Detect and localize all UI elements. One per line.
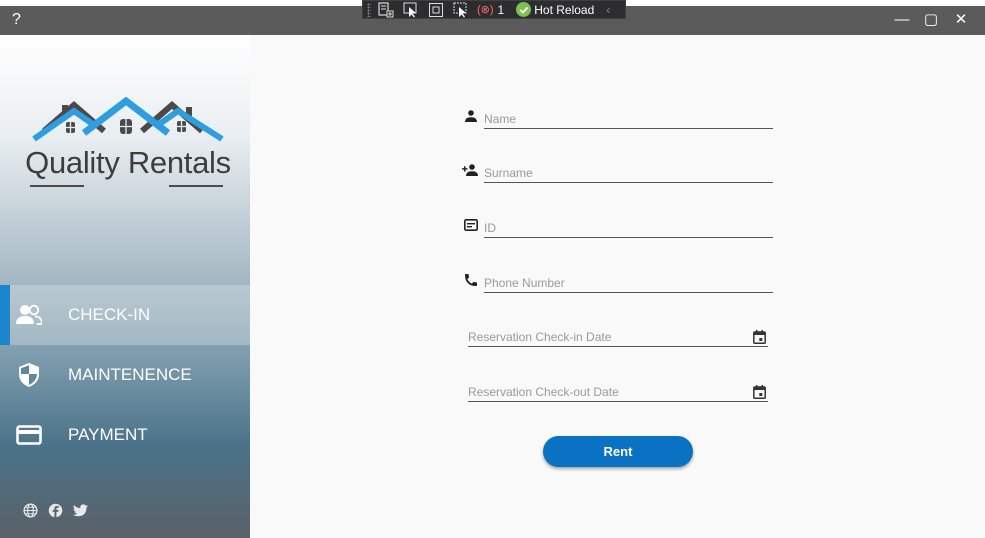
toolbar-grip[interactable] xyxy=(367,2,371,17)
id-input[interactable] xyxy=(484,221,773,235)
phone-number-field[interactable] xyxy=(484,269,773,293)
collapse-toolbar-icon[interactable]: ‹ xyxy=(606,3,610,17)
check-in-date-field[interactable] xyxy=(468,323,768,347)
check-in-date-input[interactable] xyxy=(468,330,748,344)
facebook-icon[interactable] xyxy=(47,502,63,518)
sidebar: Quality Rentals CHECK-IN MAINTENENCE PAY… xyxy=(0,35,250,538)
sidebar-item-check-in[interactable]: CHECK-IN xyxy=(0,285,250,345)
name-input[interactable] xyxy=(484,112,773,126)
twitter-icon[interactable] xyxy=(72,502,88,518)
sidebar-item-maintenence[interactable]: MAINTENENCE xyxy=(0,345,250,405)
sidebar-item-payment[interactable]: PAYMENT xyxy=(0,405,250,465)
calendar-icon[interactable] xyxy=(753,330,767,344)
help-button[interactable]: ? xyxy=(12,11,21,29)
id-card-icon xyxy=(463,217,479,233)
person-add-icon xyxy=(462,162,478,178)
person-icon xyxy=(463,108,479,124)
check-out-date-input[interactable] xyxy=(468,385,748,399)
phone-icon xyxy=(463,272,479,288)
brand-logo: Quality Rentals xyxy=(18,97,233,193)
hot-reload-check-icon xyxy=(516,2,532,17)
calendar-icon[interactable] xyxy=(753,385,767,399)
phone-number-input[interactable] xyxy=(484,276,773,290)
id-field[interactable] xyxy=(484,214,773,238)
name-field[interactable] xyxy=(484,105,773,129)
people-icon xyxy=(15,302,42,329)
track-focused-element-icon[interactable] xyxy=(452,2,470,18)
live-visual-tree-icon[interactable] xyxy=(377,1,395,18)
check-in-form: Rent xyxy=(250,35,985,538)
select-element-icon[interactable] xyxy=(402,2,420,18)
close-button[interactable]: ✕ xyxy=(948,9,974,31)
binding-error-count: 1 xyxy=(497,2,505,17)
brand-name: Quality Rentals xyxy=(25,145,231,180)
surname-field[interactable] xyxy=(484,159,773,183)
binding-error-icon[interactable]: (⊗) xyxy=(477,3,494,16)
maximize-button[interactable]: ▢ xyxy=(918,9,944,31)
check-out-date-field[interactable] xyxy=(468,378,768,402)
globe-icon[interactable] xyxy=(22,502,38,518)
surname-input[interactable] xyxy=(484,166,773,180)
rent-button[interactable]: Rent xyxy=(543,436,693,467)
sidebar-item-label: CHECK-IN xyxy=(68,305,151,324)
credit-card-icon xyxy=(15,422,42,449)
hot-reload-label[interactable]: Hot Reload xyxy=(534,3,594,17)
sidebar-item-label: MAINTENENCE xyxy=(68,365,192,384)
sidebar-item-label: PAYMENT xyxy=(68,425,148,444)
shield-icon xyxy=(15,362,42,389)
display-layout-adorners-icon[interactable] xyxy=(427,2,445,18)
debug-toolbar: (⊗) 1 Hot Reload ‹ xyxy=(362,0,626,19)
minimize-button[interactable]: — xyxy=(889,9,915,31)
